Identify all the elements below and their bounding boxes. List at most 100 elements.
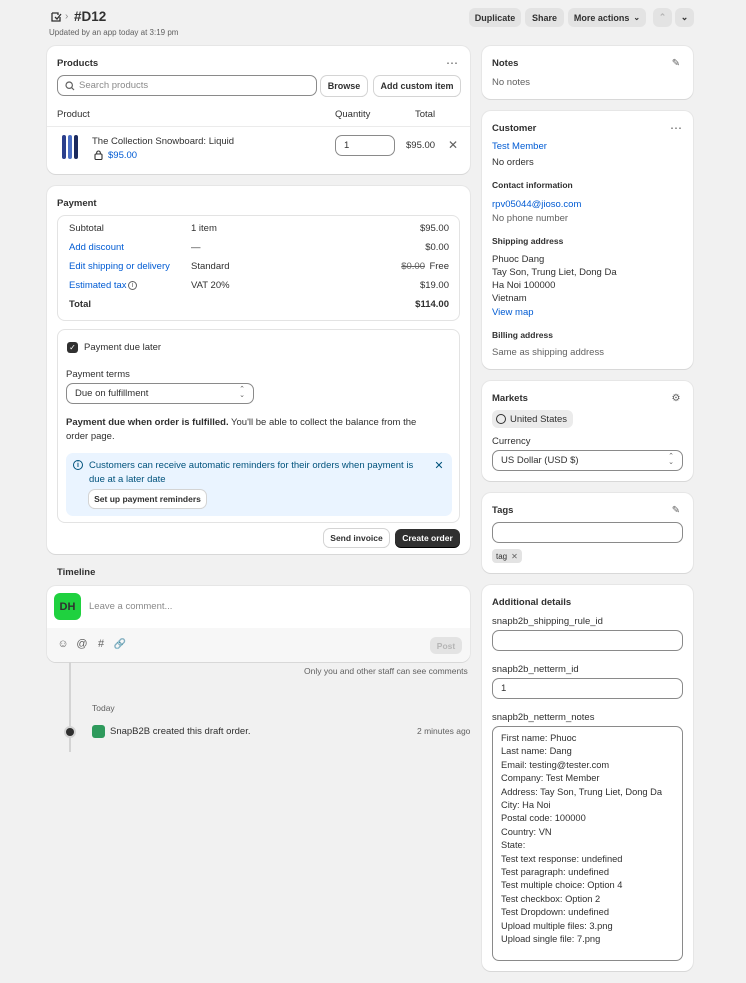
more-horizontal-icon[interactable]: ⋯ bbox=[667, 121, 685, 135]
quantity-input[interactable]: 1 bbox=[335, 135, 395, 156]
more-horizontal-icon[interactable]: ⋯ bbox=[443, 56, 461, 70]
product-search-input[interactable]: Search products bbox=[57, 75, 317, 96]
shipping-address-line: Ha Noi 100000 bbox=[492, 280, 556, 291]
info-icon[interactable]: i bbox=[128, 281, 137, 290]
snapb2b-app-icon bbox=[92, 725, 105, 738]
payment-due-later-checkbox[interactable]: ✓ bbox=[67, 342, 78, 353]
total-column-header: Total bbox=[415, 109, 436, 120]
additional-details-card: Additional details snapb2b_shipping_rule… bbox=[482, 585, 693, 971]
netterm-notes-textarea[interactable]: First name: Phuoc Last name: Dang Email:… bbox=[492, 726, 683, 961]
products-card: Products ⋯ Search products Browse Add cu… bbox=[47, 46, 470, 174]
summary-middle: VAT 20% bbox=[191, 280, 230, 291]
summary-value: $95.00 bbox=[419, 223, 449, 234]
view-map-link[interactable]: View map bbox=[492, 307, 534, 318]
timeline-event-text: SnapB2B created this draft order. bbox=[110, 726, 251, 737]
payment-terms-select[interactable]: Due on fulfillment ⌃ ⌄ bbox=[66, 383, 254, 404]
markets-card: Markets ⚙ United States Currency US Doll… bbox=[482, 381, 693, 481]
previous-order-button[interactable]: ⌃ bbox=[653, 8, 672, 27]
hashtag-icon[interactable]: # bbox=[95, 638, 107, 650]
notes-card: Notes ✎ No notes bbox=[482, 46, 693, 99]
payment-title: Payment bbox=[57, 198, 97, 209]
mention-icon[interactable]: @ bbox=[76, 638, 88, 650]
customer-email-link[interactable]: rpv05044@jioso.com bbox=[492, 199, 581, 210]
edit-tags-icon[interactable]: ✎ bbox=[669, 503, 683, 517]
duplicate-button[interactable]: Duplicate bbox=[469, 8, 521, 27]
customer-name-link[interactable]: Test Member bbox=[492, 141, 547, 152]
summary-value: $0.00 bbox=[425, 242, 449, 253]
summary-row-discount: Add discount — $0.00 bbox=[58, 242, 459, 261]
post-button[interactable]: Post bbox=[430, 637, 462, 654]
netterm-id-input[interactable]: 1 bbox=[492, 678, 683, 699]
comment-input[interactable]: Leave a comment... bbox=[89, 601, 459, 612]
draft-orders-icon[interactable] bbox=[49, 10, 63, 24]
edit-notes-icon[interactable]: ✎ bbox=[669, 56, 683, 70]
remove-tag-icon[interactable]: ✕ bbox=[511, 552, 518, 561]
customer-card: Customer ⋯ Test Member No orders Contact… bbox=[482, 111, 693, 369]
summary-middle: Standard bbox=[191, 261, 230, 272]
timeline-line bbox=[69, 662, 71, 752]
page-subtitle: Updated by an app today at 3:19 pm bbox=[49, 28, 179, 37]
create-order-button[interactable]: Create order bbox=[395, 529, 460, 547]
shipping-rule-id-input[interactable] bbox=[492, 630, 683, 651]
tag-label: tag bbox=[496, 551, 508, 561]
summary-middle: 1 item bbox=[191, 223, 217, 234]
contact-title: Contact information bbox=[492, 180, 573, 190]
tag-chip: tag ✕ bbox=[492, 549, 522, 563]
remove-item-icon[interactable]: ✕ bbox=[446, 138, 460, 152]
send-invoice-button[interactable]: Send invoice bbox=[324, 529, 389, 547]
payment-terms-label: Payment terms bbox=[66, 369, 130, 380]
select-arrows-icon: ⌃ ⌄ bbox=[239, 386, 245, 399]
field2-label: snapb2b_netterm_id bbox=[492, 664, 579, 675]
shipping-address-line: Vietnam bbox=[492, 293, 527, 304]
shipping-address-line: Tay Son, Trung Liet, Dong Da bbox=[492, 267, 617, 278]
summary-row-subtotal: Subtotal 1 item $95.00 bbox=[58, 223, 459, 242]
user-avatar: DH bbox=[54, 593, 81, 620]
select-arrows-icon: ⌃ ⌄ bbox=[668, 453, 674, 466]
more-actions-label: More actions bbox=[573, 12, 630, 23]
markets-title: Markets bbox=[492, 393, 528, 404]
payment-terms-value: Due on fulfillment bbox=[75, 388, 149, 399]
timeline-event-time: 2 minutes ago bbox=[417, 726, 471, 736]
browse-button[interactable]: Browse bbox=[321, 76, 367, 96]
tags-title: Tags bbox=[492, 505, 514, 516]
line-total: $95.00 bbox=[406, 140, 436, 151]
setup-reminders-button[interactable]: Set up payment reminders bbox=[89, 490, 206, 508]
shipping-address-title: Shipping address bbox=[492, 236, 564, 246]
share-button[interactable]: Share bbox=[525, 8, 564, 27]
payment-due-later-label: Payment due later bbox=[84, 342, 162, 353]
payment-terms-box: ✓ Payment due later Payment terms Due on… bbox=[57, 329, 460, 523]
add-discount-link[interactable]: Add discount bbox=[69, 242, 124, 253]
dismiss-banner-icon[interactable]: ✕ bbox=[432, 458, 446, 472]
next-order-button[interactable]: ⌄ bbox=[675, 8, 694, 27]
estimated-tax-link[interactable]: Estimated tax bbox=[69, 280, 127, 291]
customer-title: Customer bbox=[492, 123, 537, 134]
summary-middle: — bbox=[191, 242, 201, 253]
more-actions-button[interactable]: More actions ⌄ bbox=[568, 8, 646, 27]
edit-shipping-link[interactable]: Edit shipping or delivery bbox=[69, 261, 170, 272]
additional-details-title: Additional details bbox=[492, 597, 572, 608]
product-name[interactable]: The Collection Snowboard: Liquid bbox=[92, 136, 234, 147]
comment-box: DH Leave a comment... ☺ @ # 🔗 Post bbox=[47, 586, 470, 662]
notes-text: No notes bbox=[492, 77, 531, 88]
attachment-icon[interactable]: 🔗 bbox=[114, 638, 126, 650]
customer-orders: No orders bbox=[492, 157, 534, 168]
chevron-up-icon: ⌃ bbox=[658, 12, 667, 22]
timeline-date: Today bbox=[92, 703, 115, 713]
payment-card: Payment Subtotal 1 item $95.00 Add disco… bbox=[47, 186, 470, 554]
products-title: Products bbox=[57, 58, 99, 69]
add-custom-item-button[interactable]: Add custom item bbox=[374, 76, 460, 96]
currency-select[interactable]: US Dollar (USD $) ⌃ ⌄ bbox=[492, 450, 683, 471]
comment-visibility-note: Only you and other staff can see comment… bbox=[304, 666, 468, 676]
billing-address-title: Billing address bbox=[492, 330, 553, 340]
summary-value: $114.00 bbox=[415, 299, 449, 310]
product-price-link[interactable]: $95.00 bbox=[108, 150, 137, 161]
emoji-icon[interactable]: ☺ bbox=[57, 638, 69, 650]
market-settings-icon[interactable]: ⚙ bbox=[669, 391, 683, 405]
currency-label: Currency bbox=[492, 436, 531, 447]
tags-input[interactable] bbox=[492, 522, 683, 543]
info-circle-icon: i bbox=[73, 460, 83, 470]
tags-card: Tags ✎ tag ✕ bbox=[482, 493, 693, 573]
banner-text: Customers can receive automatic reminder… bbox=[89, 460, 414, 485]
description-bold: Payment due when order is fulfilled. bbox=[66, 417, 229, 428]
chevron-down-icon: ⌄ bbox=[633, 13, 641, 22]
